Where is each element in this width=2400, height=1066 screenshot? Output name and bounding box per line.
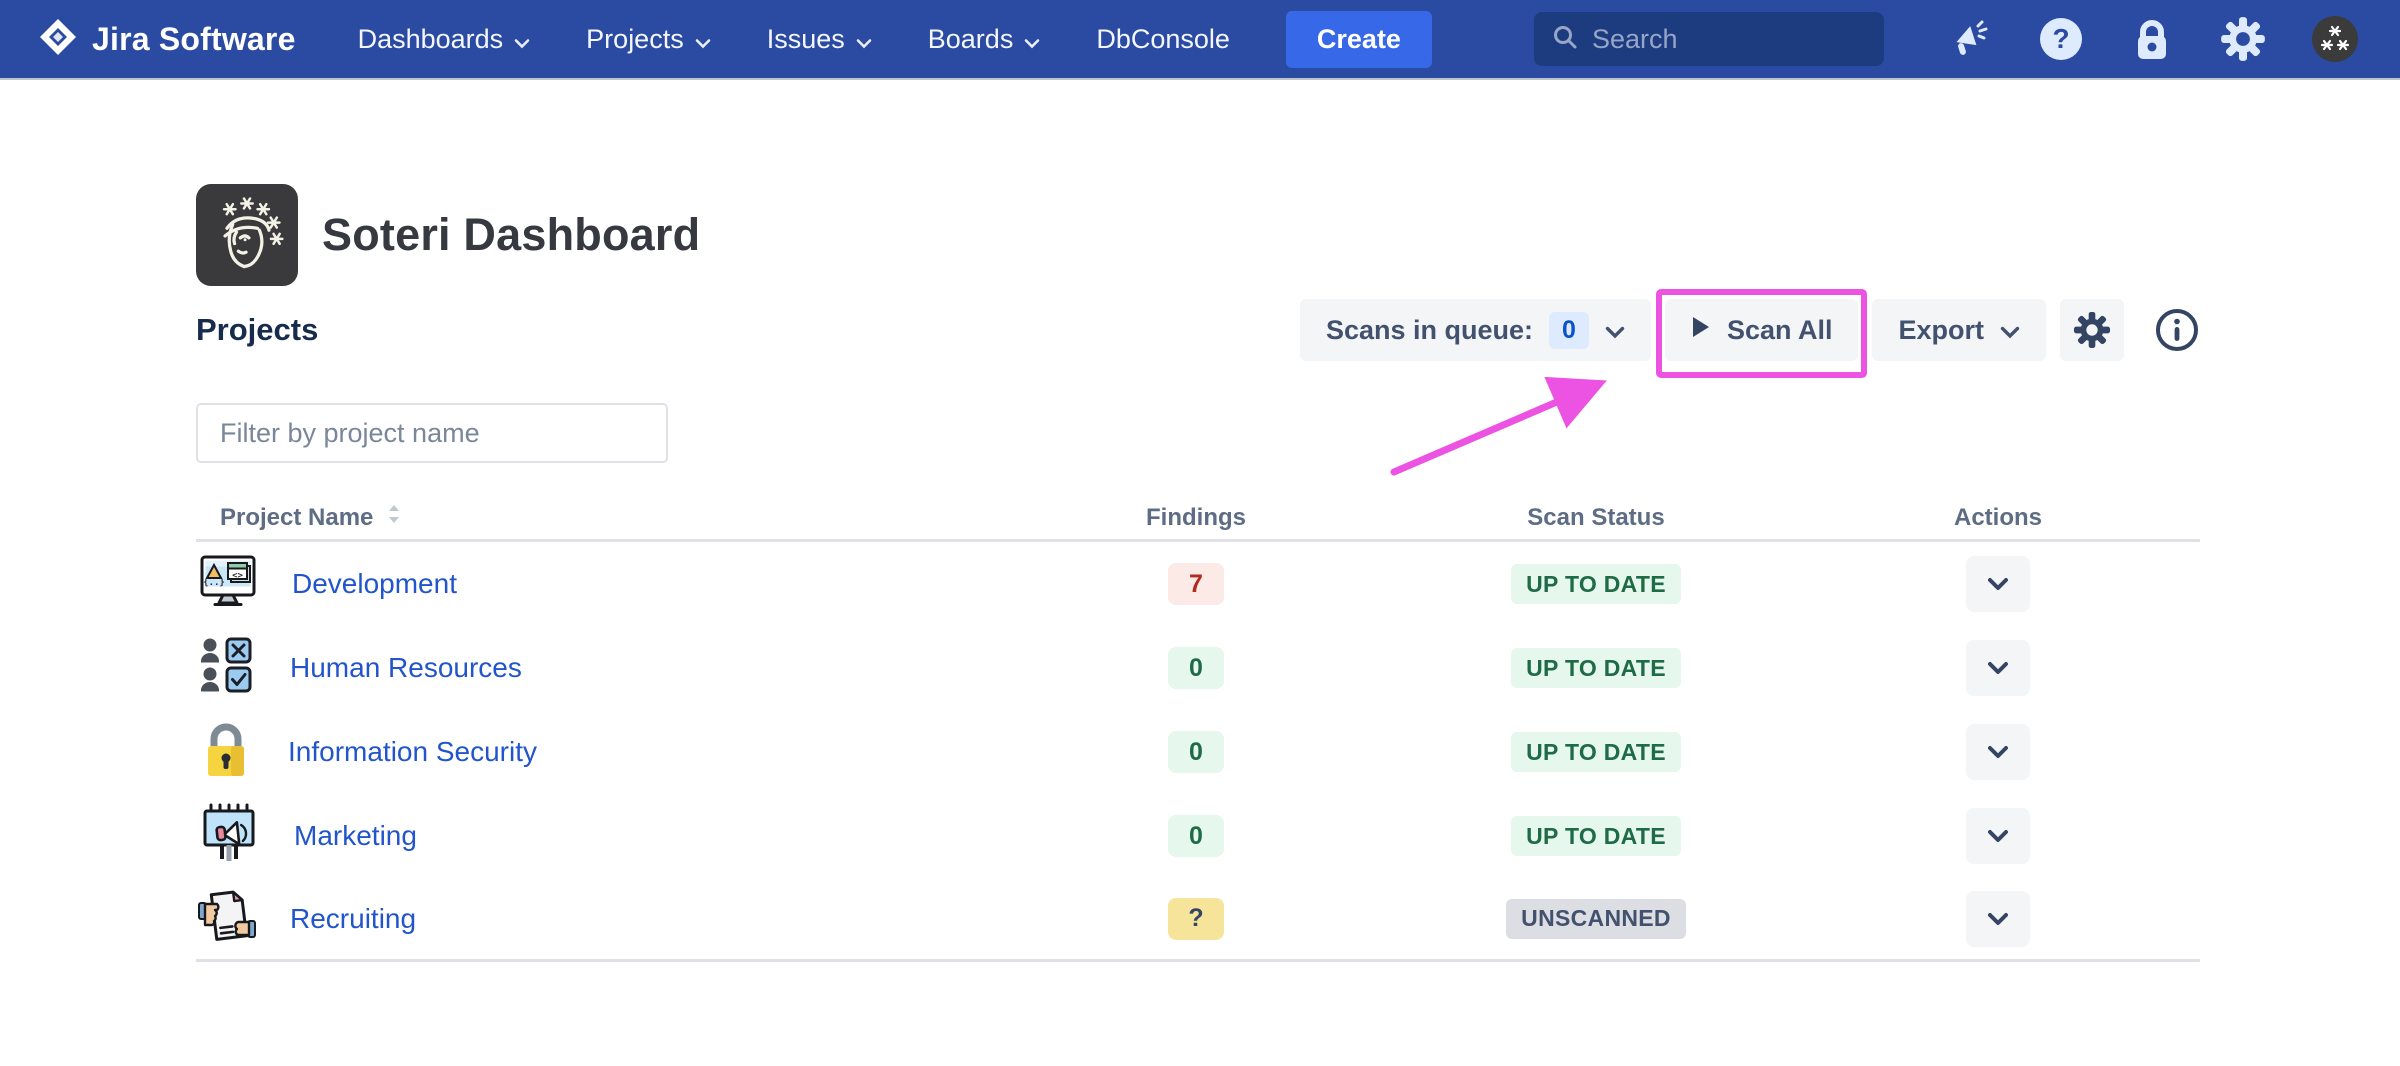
chevron-down-icon — [856, 25, 872, 56]
scans-in-queue-dropdown[interactable]: Scans in queue: 0 — [1300, 299, 1651, 361]
scan-status-badge: UP TO DATE — [1511, 564, 1681, 604]
table-header-row: Project Name Findings Scan Status Action… — [196, 496, 2200, 542]
scan-status-badge: UP TO DATE — [1511, 732, 1681, 772]
user-avatar[interactable] — [2312, 16, 2358, 62]
column-header-project-name[interactable]: Project Name — [196, 503, 996, 532]
svg-text:{..}: {..} — [203, 578, 225, 588]
table-row: Recruiting ? UNSCANNED — [196, 878, 2200, 962]
lock-icon[interactable] — [2130, 16, 2174, 62]
nav-item-dbconsole[interactable]: DbConsole — [1096, 24, 1230, 55]
nav-item-projects[interactable]: Projects — [586, 22, 711, 56]
information-security-project-icon — [198, 719, 254, 786]
project-link[interactable]: Human Resources — [290, 652, 522, 684]
project-link[interactable]: Development — [292, 568, 457, 600]
play-icon — [1691, 315, 1711, 346]
project-link[interactable]: Marketing — [294, 820, 417, 852]
chevron-down-icon — [1605, 315, 1625, 346]
settings-icon[interactable] — [2220, 16, 2266, 62]
projects-heading: Projects — [196, 312, 318, 348]
table-row: {..} <> Development 7 UP TO DATE — [196, 542, 2200, 626]
chevron-down-icon — [514, 25, 530, 56]
scan-status-badge: UP TO DATE — [1511, 816, 1681, 856]
brand-title: Jira Software — [92, 21, 296, 58]
search-box[interactable] — [1534, 12, 1884, 66]
export-dropdown[interactable]: Export — [1872, 299, 2046, 361]
annotation-arrow — [1372, 366, 1632, 486]
projects-toolbar: Scans in queue: 0 Scan All Export — [1300, 299, 2200, 361]
column-header-findings: Findings — [996, 504, 1396, 532]
nav-links: Dashboards Projects Issues Boards DbCons… — [358, 22, 1230, 56]
nav-item-dashboards[interactable]: Dashboards — [358, 22, 531, 56]
project-filter-input[interactable] — [196, 403, 668, 463]
row-actions-dropdown[interactable] — [1966, 640, 2030, 696]
jira-brand-logo[interactable]: Jira Software — [38, 17, 296, 62]
table-row: Information Security 0 UP TO DATE — [196, 710, 2200, 794]
top-navigation-bar: Jira Software Dashboards Projects Issues… — [0, 0, 2400, 78]
table-row: Marketing 0 UP TO DATE — [196, 794, 2200, 878]
svg-text:<>: <> — [232, 571, 243, 581]
chevron-down-icon — [695, 25, 711, 56]
row-actions-dropdown[interactable] — [1966, 556, 2030, 612]
chevron-down-icon — [2000, 315, 2020, 346]
row-actions-dropdown[interactable] — [1966, 808, 2030, 864]
sort-icon — [387, 503, 401, 532]
findings-badge: 7 — [1168, 563, 1224, 605]
page-header: Soteri Dashboard — [196, 184, 700, 286]
human-resources-project-icon — [198, 636, 256, 701]
findings-badge: ? — [1168, 898, 1224, 940]
jira-diamond-icon — [38, 17, 78, 62]
findings-badge: 0 — [1168, 647, 1224, 689]
nav-item-issues[interactable]: Issues — [767, 22, 872, 56]
projects-table: Project Name Findings Scan Status Action… — [196, 496, 2200, 962]
findings-badge: 0 — [1168, 731, 1224, 773]
row-actions-dropdown[interactable] — [1966, 724, 2030, 780]
chevron-down-icon — [1024, 25, 1040, 56]
table-row: Human Resources 0 UP TO DATE — [196, 626, 2200, 710]
scan-status-badge: UP TO DATE — [1511, 648, 1681, 688]
gear-icon[interactable] — [2060, 299, 2124, 361]
recruiting-project-icon — [198, 885, 256, 952]
scan-all-button[interactable]: Scan All — [1665, 299, 1859, 361]
search-icon — [1552, 24, 1578, 55]
svg-text:?: ? — [2052, 23, 2069, 54]
queue-count-badge: 0 — [1549, 312, 1589, 349]
page-title: Soteri Dashboard — [322, 209, 700, 261]
project-link[interactable]: Information Security — [288, 736, 537, 768]
column-header-actions: Actions — [1796, 504, 2200, 532]
soteri-logo — [196, 184, 298, 286]
info-icon[interactable] — [2154, 307, 2200, 353]
column-header-scan-status: Scan Status — [1396, 504, 1796, 532]
announcement-icon[interactable] — [1948, 17, 1992, 61]
nav-item-boards[interactable]: Boards — [928, 22, 1041, 56]
help-icon[interactable]: ? — [2038, 16, 2084, 62]
development-project-icon: {..} <> — [198, 551, 258, 618]
create-button[interactable]: Create — [1286, 11, 1432, 68]
scan-status-badge: UNSCANNED — [1506, 899, 1686, 939]
row-actions-dropdown[interactable] — [1966, 891, 2030, 947]
marketing-project-icon — [198, 803, 260, 870]
search-input[interactable] — [1592, 24, 1866, 55]
findings-badge: 0 — [1168, 815, 1224, 857]
project-link[interactable]: Recruiting — [290, 903, 416, 935]
nav-right-cluster: ? — [1534, 12, 2358, 66]
